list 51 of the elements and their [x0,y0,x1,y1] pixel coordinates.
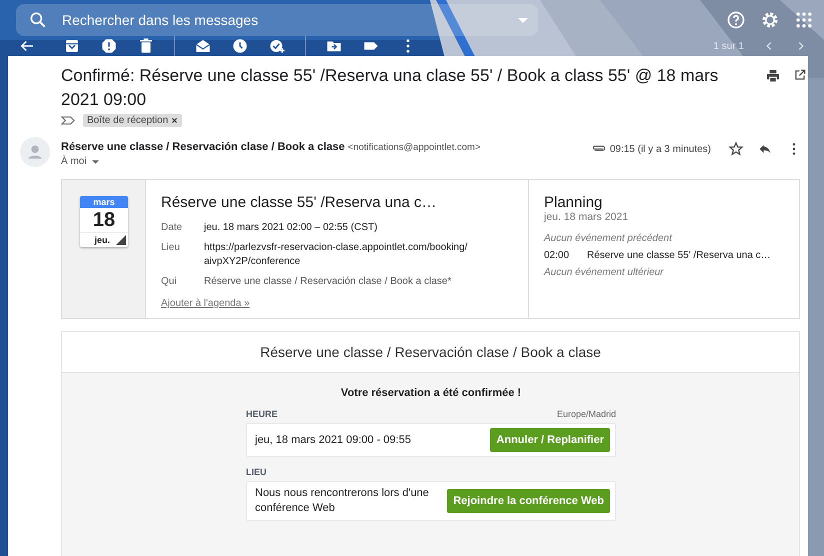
email-subject: Confirmé: Réserve une classe 55' /Reserva una clase 55' / Book a class 55' @ 18 mars 2021 09:00 [61,65,720,111]
planning-note: Aucun événement ultérieur [544,267,665,278]
trash-icon[interactable] [137,37,155,55]
message-time: 09:15 (il y a 3 minutes) [610,144,711,154]
detail-value: Réserve une classe / Reservación clase / Book a clase* [204,275,452,289]
add-to-calendar-link[interactable]: Ajouter à l'agenda » [161,298,250,309]
star-icon[interactable] [728,141,744,157]
add-task-icon[interactable] [268,37,286,55]
search-field[interactable]: Rechercher dans les messages [16,4,538,36]
open-in-new-window-icon[interactable] [793,68,807,82]
open-envelope-icon[interactable] [194,37,212,55]
calendar-weekday: jeu. [94,235,110,245]
section-text: jeu, 18 mars 2021 09:00 - 09:55 [255,432,411,448]
page-corner-icon [116,235,126,245]
label-chip[interactable]: Boîte de réception [83,114,182,127]
clock-icon[interactable] [231,37,249,55]
detail-label: Lieu [161,241,181,255]
timezone-text: Europe/Madrid [556,409,616,419]
calendar-month: mars [80,196,128,208]
sender-email: <notifications@appointlet.com> [348,142,480,153]
sender-name: Réserve une classe / Reservación clase / Book a clase [61,141,345,153]
avatar-icon [20,137,50,167]
planning-title: Planning [544,194,604,211]
detail-value: jeu. 18 mars 2021 02:00 – 02:55 (CST) [204,221,378,235]
event-name: Réserve une classe 55' /Reserva una c… [587,250,771,261]
detail-label: Date [161,221,184,235]
planning-note: Aucun événement précédent [544,233,674,244]
confirmation-heading: Votre réservation a été confirmée ! [340,387,522,399]
caret-icon[interactable] [92,160,99,164]
event-time: 02:00 [544,250,570,261]
planning-date: jeu. 18 mars 2021 [544,211,630,223]
detail-label: Qui [161,275,178,289]
section-label: LIEU [246,467,267,477]
pager-text: 1 sur 1 [713,40,744,52]
recipient-text: À moi [61,156,87,167]
spam-icon[interactable] [100,37,118,55]
close-icon[interactable] [171,117,178,124]
section-label: HEURE [246,409,278,419]
search-icon[interactable] [28,10,48,30]
action-button[interactable]: Annuler / Replanifier [490,428,610,452]
action-button[interactable]: Rejoindre la conférence Web [447,489,610,513]
apps-grid-icon[interactable] [794,10,814,30]
importance-marker-icon[interactable] [61,116,75,125]
print-icon[interactable] [765,68,781,84]
detail-value: https://parlezvsfr-reservacion-clase.appointlet.com/booking/ aivpXY2P/conference [204,241,468,269]
calendar-day: 18 [80,208,128,232]
archive-icon[interactable] [63,37,81,55]
section-text: Nous nous rencontrerons lors d'une conférence Web [255,486,430,516]
event-title: Réserve une classe 55' /Reserva una c… [161,194,438,211]
settings-icon[interactable] [760,10,780,30]
help-icon[interactable] [726,10,746,30]
